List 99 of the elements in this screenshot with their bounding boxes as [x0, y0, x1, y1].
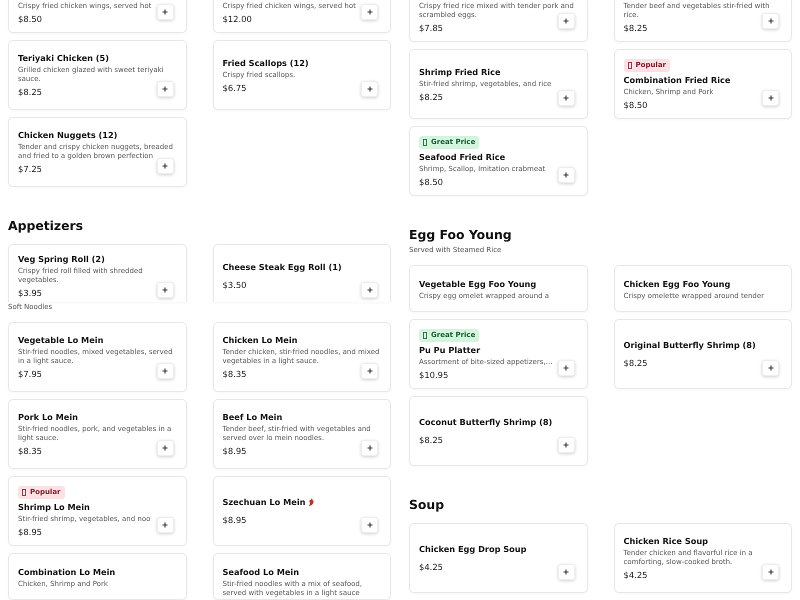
add-button[interactable] [156, 4, 174, 20]
add-button[interactable] [156, 363, 174, 379]
plus-icon [768, 95, 774, 101]
item-name: Original Butterfly Shrimp (8) [624, 340, 756, 350]
plus-icon [366, 445, 372, 451]
item-name: Shrimp Fried Rice [419, 66, 501, 76]
plus-icon [768, 18, 774, 24]
item-price: $8.95 [18, 526, 42, 536]
item-price: $7.95 [18, 369, 42, 379]
add-button[interactable] [558, 90, 574, 106]
item-price: $8.50 [419, 176, 443, 186]
item-price: $8.35 [222, 369, 246, 379]
item-price: $8.95 [222, 515, 246, 525]
add-button[interactable] [361, 363, 378, 379]
item-price: $8.25 [624, 358, 648, 368]
add-button[interactable] [361, 282, 378, 298]
item-price: $8.50 [18, 14, 42, 24]
glyph-box-icon [628, 62, 632, 68]
item-name: Chicken Egg Foo Young [624, 279, 730, 289]
item-price: $7.25 [18, 164, 42, 174]
add-button[interactable] [762, 564, 779, 580]
item-price: $12.00 [222, 14, 252, 24]
item-name: Combination Lo Mein [18, 567, 116, 577]
plus-icon [366, 9, 372, 15]
plus-icon [768, 569, 774, 575]
add-button[interactable] [156, 81, 174, 97]
plus-icon [366, 86, 372, 92]
section-heading: Appetizers [8, 218, 84, 234]
add-button[interactable] [361, 81, 378, 97]
item-price: $3.95 [18, 288, 42, 298]
add-button[interactable] [558, 564, 574, 580]
plus-icon [162, 86, 168, 92]
item-price: $8.25 [419, 435, 443, 445]
item-name: Chicken Egg Drop Soup [419, 544, 527, 554]
add-button[interactable] [361, 517, 378, 533]
plus-icon [768, 365, 774, 371]
plus-icon [162, 522, 168, 528]
glyph-box-icon [423, 138, 427, 146]
plus-icon [563, 172, 569, 178]
item-name: Chicken Nuggets (12) [18, 130, 118, 140]
plus-icon [162, 445, 168, 451]
item-name: Combination Fried Rice [624, 74, 730, 84]
plus-icon [366, 522, 372, 528]
plus-icon [162, 368, 168, 374]
add-button[interactable] [558, 437, 574, 453]
item-price: $8.95 [222, 446, 246, 456]
plus-icon [563, 95, 569, 101]
item-name: Szechuan Lo Mein [222, 497, 306, 507]
item-name: Seafood Lo Mein [222, 567, 300, 577]
item-name: Beef Lo Mein [222, 412, 282, 422]
item-price: $8.25 [18, 87, 42, 97]
item-name: Fried Scallops (12) [222, 58, 309, 68]
add-button[interactable] [762, 360, 779, 376]
add-button[interactable] [558, 13, 574, 29]
item-price: $8.35 [18, 446, 42, 456]
plus-icon [563, 365, 569, 371]
add-button[interactable] [762, 13, 779, 29]
plus-icon [366, 368, 372, 374]
item-name: Cheese Steak Egg Roll (1) [222, 262, 342, 272]
item-name: Shrimp Lo Mein [18, 502, 90, 512]
add-button[interactable] [156, 282, 174, 298]
item-name: Teriyaki Chicken (5) [18, 53, 109, 63]
item-price: $8.25 [624, 23, 648, 33]
item-name: Seafood Fried Rice [419, 152, 506, 162]
add-button[interactable] [156, 158, 174, 174]
add-button[interactable] [558, 167, 574, 183]
item-name: Vegetable Lo Mein [18, 335, 104, 345]
item-price: $8.50 [624, 100, 648, 110]
item-price: $6.75 [222, 82, 246, 92]
plus-icon [162, 163, 168, 169]
item-price: $7.85 [419, 23, 443, 33]
plus-icon [563, 18, 569, 24]
plus-icon [563, 442, 569, 448]
item-name: Pu Pu Platter [419, 344, 480, 354]
add-button[interactable] [762, 90, 779, 106]
item-price: $8.25 [419, 92, 443, 102]
add-button[interactable] [156, 440, 174, 456]
item-price: $4.25 [624, 570, 648, 580]
glyph-box-icon [423, 332, 427, 338]
item-name: Pork Lo Mein [18, 412, 78, 422]
item-price: $10.95 [419, 370, 448, 380]
add-button[interactable] [361, 440, 378, 456]
glyph-box-icon [22, 488, 26, 496]
item-name: Chicken Lo Mein [222, 335, 298, 345]
plus-icon [366, 287, 372, 293]
add-button[interactable] [558, 360, 574, 376]
item-name: Vegetable Egg Foo Young [419, 279, 536, 289]
add-button[interactable] [361, 4, 378, 20]
section-heading: Soup [409, 497, 444, 513]
item-price: $4.25 [419, 562, 443, 572]
item-name: Veg Spring Roll (2) [18, 254, 105, 264]
section-heading: Egg Foo Young [409, 227, 512, 243]
item-price: $3.50 [222, 280, 246, 290]
plus-icon [563, 569, 569, 575]
add-button[interactable] [156, 517, 174, 533]
plus-icon [162, 9, 168, 15]
item-name: Coconut Butterfly Shrimp (8) [419, 417, 552, 427]
plus-icon [162, 287, 168, 293]
item-name: Chicken Rice Soup [624, 536, 708, 546]
